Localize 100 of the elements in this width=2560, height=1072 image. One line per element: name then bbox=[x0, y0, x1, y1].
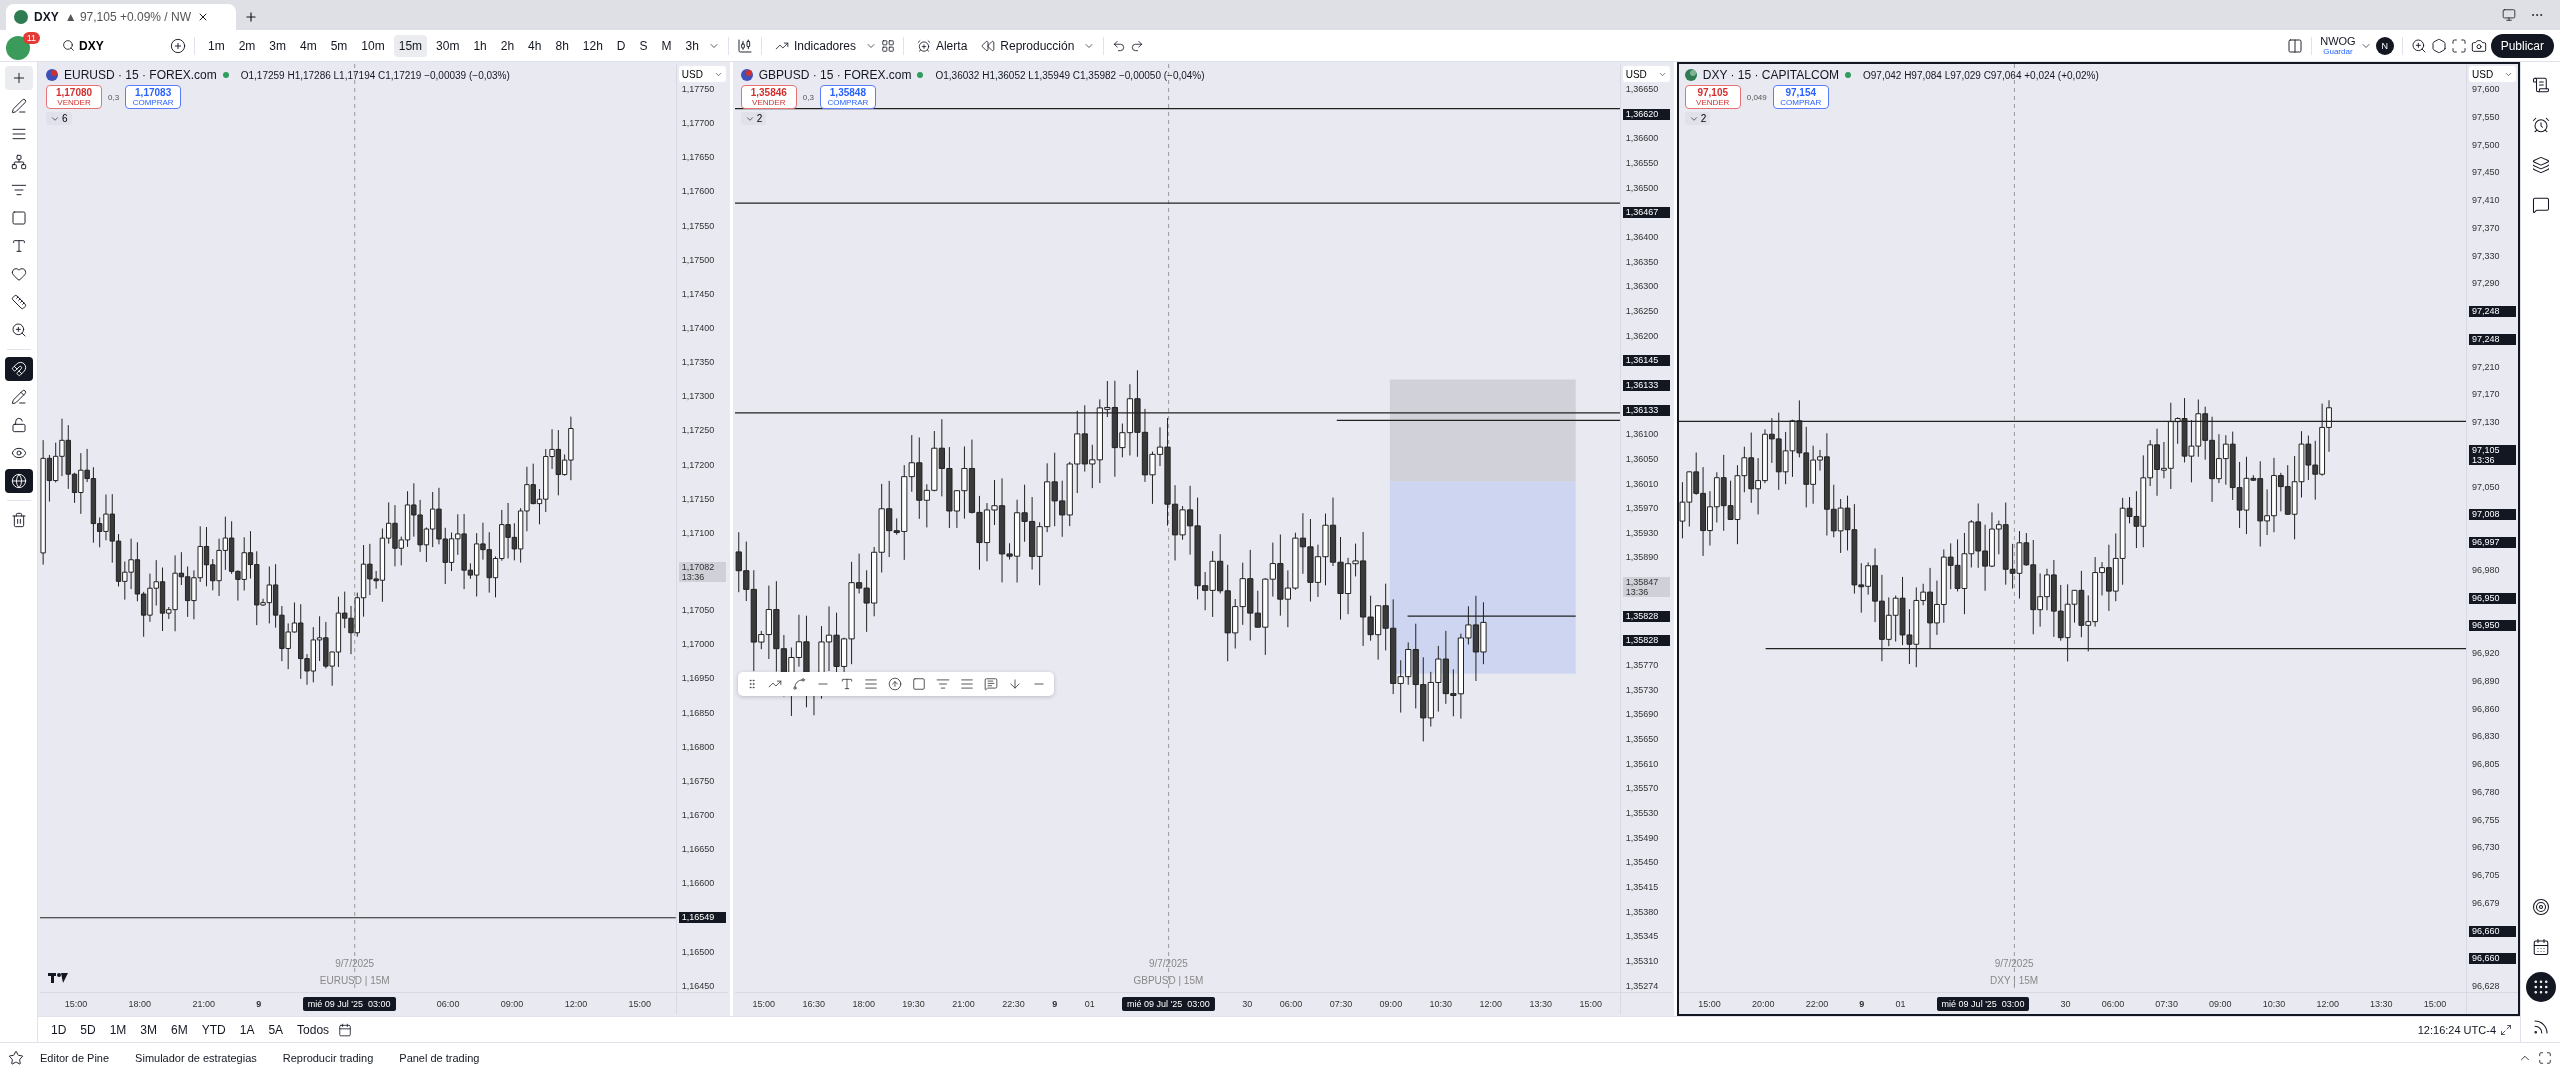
price-label: 1,35770 bbox=[1624, 660, 1660, 672]
price-label: 1,17100 bbox=[680, 527, 716, 539]
price-label: 97,210 bbox=[2471, 361, 2501, 373]
price-label: 97,600 bbox=[2471, 84, 2501, 95]
interval-button[interactable]: 2h bbox=[495, 34, 520, 57]
symbol-title[interactable]: GBPUSD · 15 · FOREX.com bbox=[758, 68, 912, 82]
price-label: 97,500 bbox=[2471, 139, 2501, 151]
price-label: 1,17400 bbox=[680, 323, 716, 334]
panel-tab[interactable]: Editor de Pine bbox=[30, 1047, 120, 1068]
price-label: 97,290 bbox=[2471, 278, 2501, 290]
time-label: 30 bbox=[1242, 998, 1253, 1009]
price-label: 1,17250 bbox=[680, 425, 716, 437]
range-button[interactable]: 5D bbox=[75, 1018, 101, 1041]
range-button[interactable]: 1D bbox=[46, 1018, 72, 1041]
date-label: 9/7/2025 bbox=[1994, 958, 2034, 969]
interval-button[interactable]: 3m bbox=[264, 34, 291, 57]
indicators-button[interactable]: Indicadores bbox=[769, 34, 861, 57]
price-label: 1,35970 bbox=[1624, 503, 1660, 515]
interval-button[interactable]: M bbox=[656, 34, 677, 57]
price-label: 1,16700 bbox=[680, 809, 716, 821]
replay-button[interactable]: Reproducción bbox=[976, 34, 1080, 57]
interval-button[interactable]: 10m bbox=[356, 34, 390, 57]
price-label: 96,980 bbox=[2471, 564, 2501, 576]
price-label: 1,35490 bbox=[1624, 832, 1660, 844]
interval-button[interactable]: 5m bbox=[325, 34, 353, 57]
price-tag: 1,35828 bbox=[1622, 635, 1670, 647]
indicators-toggle[interactable]: 2 bbox=[740, 112, 767, 125]
panel-tab[interactable]: Simulador de estrategias bbox=[125, 1047, 267, 1068]
interval-button[interactable]: 1h bbox=[468, 34, 492, 57]
range-button[interactable]: 5A bbox=[263, 1018, 289, 1041]
currency-select[interactable]: USD bbox=[678, 66, 726, 82]
currency-select[interactable]: USD bbox=[2469, 66, 2516, 82]
time-label: 15:00 bbox=[2423, 998, 2447, 1009]
price-tag: 1,36467 bbox=[1622, 207, 1670, 219]
ohlc-values: O97,042 H97,084 L97,029 C97,064 +0,024 (+0,02%) bbox=[1863, 69, 2099, 81]
interval-button[interactable]: 2m bbox=[233, 34, 261, 57]
sell-button[interactable]: 1,35846 VENDER bbox=[740, 85, 797, 109]
buy-button[interactable]: 97,154 COMPRAR bbox=[1772, 85, 1829, 109]
time-label: 12:00 bbox=[1479, 998, 1503, 1009]
tab-subtitle: ▲ 97,105 +0.09% / NW bbox=[64, 10, 191, 24]
spread-value: 0,3 bbox=[108, 92, 120, 102]
currency-select[interactable]: USD bbox=[1622, 66, 1670, 82]
indicators-toggle[interactable]: 6 bbox=[46, 112, 72, 125]
price-label: 97,170 bbox=[2471, 389, 2501, 401]
panel-tab[interactable]: Panel de trading bbox=[389, 1047, 490, 1068]
sell-button[interactable]: 1,17080 VENDER bbox=[46, 85, 102, 109]
interval-button[interactable]: 1m bbox=[203, 34, 230, 57]
interval-button[interactable]: S bbox=[634, 34, 653, 57]
buy-button[interactable]: 1,17083 COMPRAR bbox=[125, 85, 182, 109]
time-label: 01 bbox=[1895, 998, 1906, 1009]
range-button[interactable]: 6M bbox=[166, 1018, 193, 1041]
interval-button[interactable]: 8h bbox=[550, 34, 574, 57]
sell-button[interactable]: 97,105 VENDER bbox=[1684, 85, 1741, 109]
interval-button[interactable]: 15m bbox=[393, 34, 428, 57]
alert-button[interactable]: Alerta bbox=[911, 34, 973, 57]
time-label: 19:30 bbox=[902, 998, 925, 1009]
time-label: 13:30 bbox=[2370, 998, 2393, 1009]
price-label: 1,35930 bbox=[1624, 527, 1660, 539]
symbol-title[interactable]: EURUSD · 15 · FOREX.com bbox=[64, 68, 217, 82]
symbol-search[interactable]: DXY bbox=[56, 38, 166, 53]
ohlc-values: O1,36032 H1,36052 L1,35949 C1,35982 −0,00050 (−0,04%) bbox=[935, 69, 1205, 81]
account-avatar[interactable]: N bbox=[2375, 36, 2394, 55]
buy-button[interactable]: 1,35848 COMPRAR bbox=[819, 85, 876, 109]
publish-button[interactable]: Publicar bbox=[2490, 33, 2554, 58]
price-label: 96,890 bbox=[2471, 675, 2501, 687]
time-label: 09:00 bbox=[500, 998, 524, 1009]
price-tag: 96,950 bbox=[2469, 592, 2516, 604]
interval-button[interactable]: 4h bbox=[523, 34, 547, 57]
range-button[interactable]: Todos bbox=[292, 1018, 335, 1041]
time-label: 06:00 bbox=[1279, 998, 1303, 1009]
price-label: 1,35450 bbox=[1624, 857, 1660, 869]
interval-button[interactable]: 12h bbox=[577, 34, 608, 57]
interval-button[interactable]: D bbox=[611, 34, 631, 57]
price-tag: 96,950 bbox=[2469, 620, 2516, 632]
spread-value: 0,049 bbox=[1746, 92, 1767, 102]
time-label: 12:00 bbox=[2316, 998, 2339, 1009]
price-label: 97,130 bbox=[2471, 417, 2501, 428]
interval-button[interactable]: 4m bbox=[295, 34, 322, 57]
price-tag: 97,248 bbox=[2469, 333, 2516, 345]
layout-name[interactable]: NWOG bbox=[2320, 35, 2356, 47]
time-label: 15:00 bbox=[1698, 998, 1721, 1009]
time-label: 09:00 bbox=[2209, 998, 2232, 1009]
indicators-toggle[interactable]: 2 bbox=[1684, 112, 1711, 125]
symbol-title[interactable]: DXY · 15 · CAPITALCOM bbox=[1702, 68, 1839, 82]
range-button[interactable]: 1M bbox=[104, 1018, 132, 1041]
browser-tab[interactable]: DXY ▲ 97,105 +0.09% / NW bbox=[6, 4, 236, 30]
interval-button[interactable]: 3h bbox=[680, 34, 704, 57]
interval-button[interactable]: 30m bbox=[431, 34, 465, 57]
range-button[interactable]: 1A bbox=[234, 1018, 260, 1041]
price-label: 1,35570 bbox=[1624, 783, 1660, 795]
range-button[interactable]: 3M bbox=[135, 1018, 163, 1041]
ohlc-values: O1,17259 H1,17286 L1,17194 C1,17219 −0,00039 (−0,03%) bbox=[240, 69, 510, 81]
range-button[interactable]: YTD bbox=[196, 1018, 231, 1041]
price-label: 1,17050 bbox=[680, 605, 716, 617]
price-label: 1,17200 bbox=[680, 459, 716, 471]
chart-watermark: GBPUSD | 15M bbox=[1133, 975, 1204, 986]
time-label: 20:00 bbox=[1751, 998, 1775, 1009]
price-label: 1,35274 bbox=[1624, 980, 1660, 992]
panel-tab[interactable]: Reproducir trading bbox=[272, 1047, 384, 1068]
price-label: 1,17600 bbox=[680, 186, 716, 198]
